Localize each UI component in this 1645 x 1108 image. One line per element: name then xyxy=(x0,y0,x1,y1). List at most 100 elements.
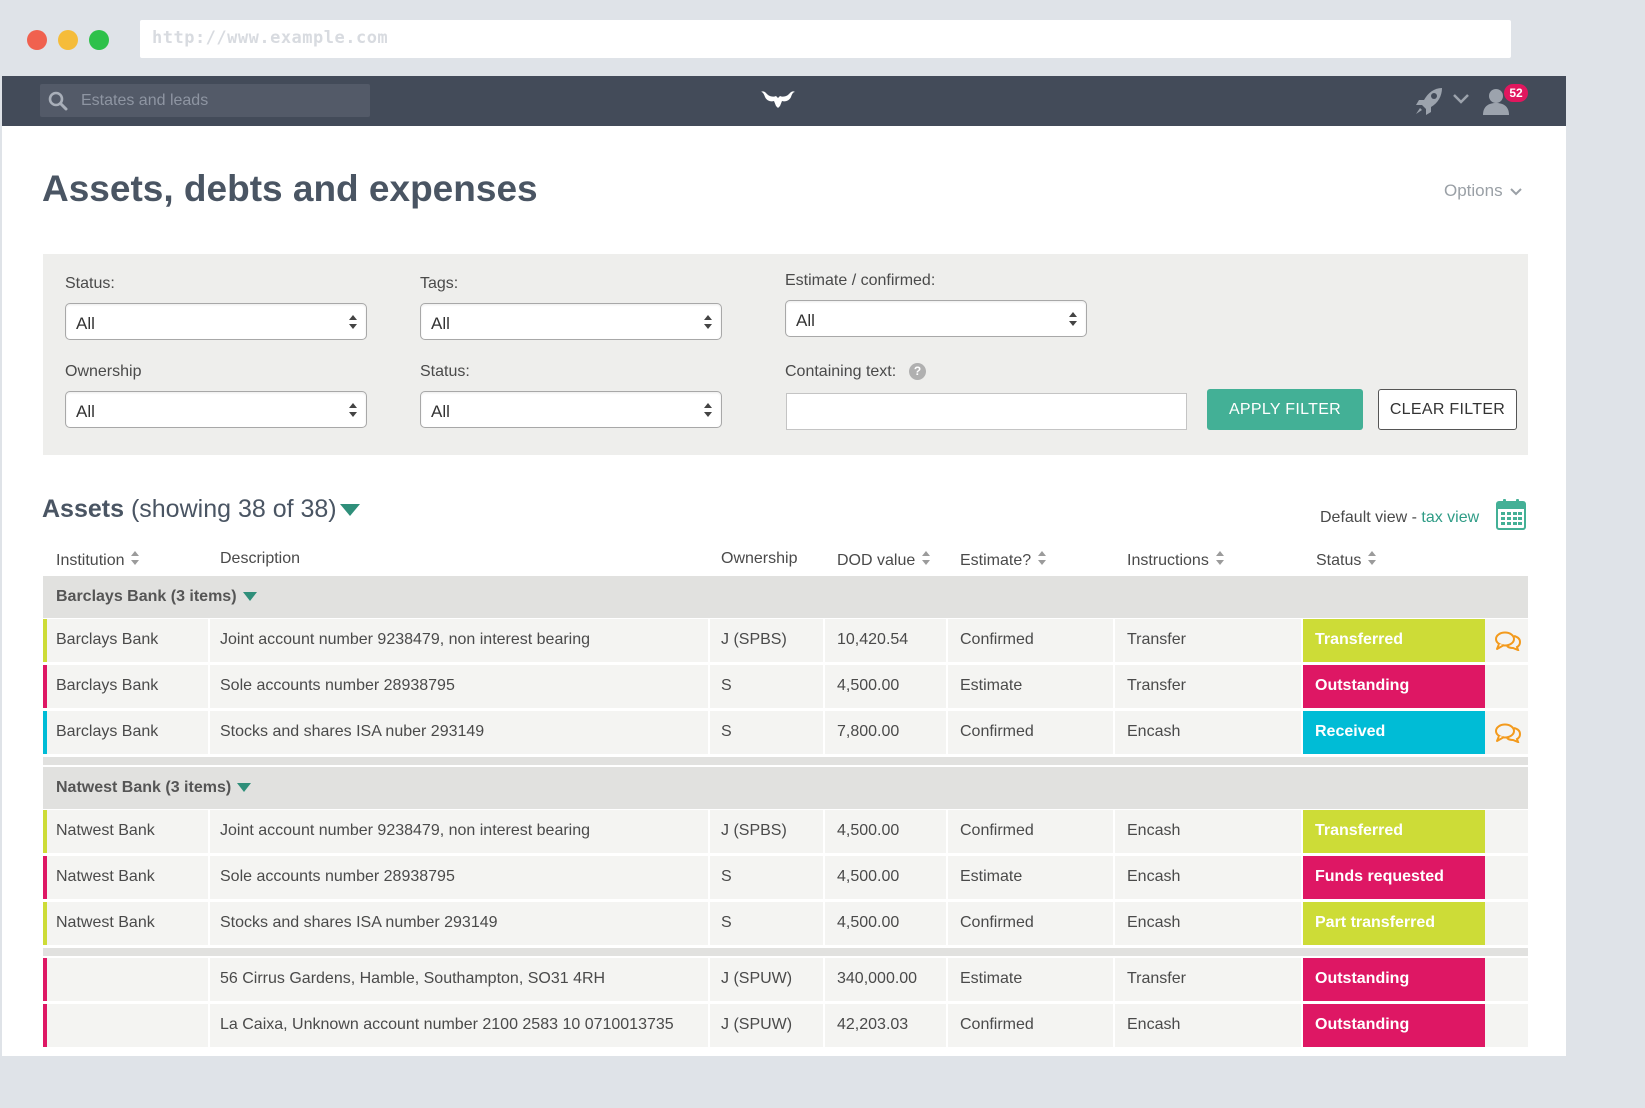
logo-icon[interactable] xyxy=(758,88,798,112)
group-header[interactable]: Barclays Bank (3 items) xyxy=(43,576,1528,618)
table-row[interactable]: Natwest Bank Stocks and shares ISA number… xyxy=(43,902,1528,947)
caret-down-icon[interactable] xyxy=(242,592,257,602)
status-badge[interactable]: Outstanding xyxy=(1303,958,1485,1001)
filter-panel: Status: All Tags: All Estimate / confirm… xyxy=(43,254,1528,455)
group-separator xyxy=(43,757,1528,765)
maximize-window-button[interactable] xyxy=(89,30,109,50)
cell-instructions: Encash xyxy=(1127,1016,1181,1033)
sort-icon[interactable] xyxy=(1367,550,1377,566)
table-row[interactable]: Barclays Bank Joint account number 923847… xyxy=(43,619,1528,664)
status-badge[interactable]: Outstanding xyxy=(1303,1004,1485,1047)
column-header[interactable]: Instructions xyxy=(1127,550,1225,570)
cell-divider xyxy=(946,856,948,901)
column-header[interactable]: Estimate? xyxy=(960,550,1047,570)
status-badge[interactable]: Part transferred xyxy=(1303,902,1485,945)
cell-estimate: Estimate xyxy=(960,677,1023,694)
cell-divider xyxy=(946,902,948,947)
row-border xyxy=(43,662,1528,664)
column-header: Ownership xyxy=(721,550,797,568)
table-row[interactable]: Natwest Bank Joint account number 9238479… xyxy=(43,810,1528,855)
comments-icon[interactable] xyxy=(1495,631,1521,651)
cell-divider xyxy=(823,619,825,664)
cell-value: 4,500.00 xyxy=(837,822,900,839)
notification-badge[interactable]: 52 xyxy=(1504,84,1528,102)
cell-instructions: Encash xyxy=(1127,822,1181,839)
app-window: Estates and leads 52 Assets, debts and e… xyxy=(2,76,1566,1056)
apply-filter-button[interactable]: APPLY FILTER xyxy=(1207,389,1363,430)
status-badge[interactable]: Transferred xyxy=(1303,619,1485,662)
status-badge[interactable]: Funds requested xyxy=(1303,856,1485,899)
help-icon[interactable]: ? xyxy=(909,363,926,380)
address-bar[interactable]: http://www.example.com xyxy=(140,20,1511,58)
sort-icon[interactable] xyxy=(1215,550,1225,566)
assets-title: Assets xyxy=(42,495,124,523)
containing-text-input[interactable] xyxy=(786,393,1187,430)
cell-ownership: S xyxy=(721,723,732,740)
table-row[interactable]: La Caixa, Unknown account number 2100 25… xyxy=(43,1004,1528,1049)
table-row[interactable]: 56 Cirrus Gardens, Hamble, Southampton, … xyxy=(43,958,1528,1003)
calendar-icon[interactable] xyxy=(1496,498,1526,530)
cell-description: La Caixa, Unknown account number 2100 25… xyxy=(220,1016,674,1033)
status-stripe xyxy=(43,958,47,1003)
tags-filter-value: All xyxy=(431,314,450,333)
status2-filter-label: Status: xyxy=(420,363,470,380)
cell-divider xyxy=(823,856,825,901)
cell-divider xyxy=(823,902,825,947)
tax-view-link[interactable]: tax view xyxy=(1421,509,1479,526)
ownership-filter-select[interactable]: All xyxy=(65,391,367,428)
options-dropdown[interactable]: Options xyxy=(1444,181,1523,201)
group-separator xyxy=(43,948,1528,956)
cell-divider xyxy=(1113,619,1115,664)
ownership-filter-value: All xyxy=(76,402,95,421)
status-badge[interactable]: Transferred xyxy=(1303,810,1485,853)
cell-ownership: S xyxy=(721,914,732,931)
column-header-label: Institution xyxy=(56,552,125,569)
close-window-button[interactable] xyxy=(27,30,47,50)
search-input[interactable]: Estates and leads xyxy=(40,84,370,117)
status-badge[interactable]: Outstanding xyxy=(1303,665,1485,708)
containing-text-label: Containing text: xyxy=(785,363,897,380)
sort-icon[interactable] xyxy=(921,550,931,566)
cell-description: Sole accounts number 28938795 xyxy=(220,677,455,694)
tags-filter-select[interactable]: All xyxy=(420,303,722,340)
cell-ownership: S xyxy=(721,677,732,694)
clear-filter-button[interactable]: CLEAR FILTER xyxy=(1378,389,1517,430)
status-filter-select[interactable]: All xyxy=(65,303,367,340)
status-badge[interactable]: Received xyxy=(1303,711,1485,754)
chevron-down-icon[interactable] xyxy=(1452,92,1470,106)
comments-icon[interactable] xyxy=(1495,723,1521,743)
cell-institution: Natwest Bank xyxy=(56,914,155,931)
sort-icon[interactable] xyxy=(1037,550,1047,566)
table-row[interactable]: Barclays Bank Sole accounts number 289387… xyxy=(43,665,1528,710)
view-switcher: Default view - tax view xyxy=(1320,509,1479,527)
table-row[interactable]: Natwest Bank Sole accounts number 2893879… xyxy=(43,856,1528,901)
status-stripe xyxy=(43,856,47,901)
column-header[interactable]: Institution xyxy=(56,550,140,570)
column-header[interactable]: DOD value xyxy=(837,550,931,570)
select-arrows-icon xyxy=(1069,312,1077,326)
minimize-window-button[interactable] xyxy=(58,30,78,50)
cell-instructions: Transfer xyxy=(1127,631,1186,648)
caret-down-icon[interactable] xyxy=(339,503,361,517)
cell-divider xyxy=(823,711,825,756)
status2-filter-select[interactable]: All xyxy=(420,391,722,428)
cell-divider xyxy=(208,665,210,710)
table-row[interactable]: Barclays Bank Stocks and shares ISA nuber… xyxy=(43,711,1528,756)
column-header-label: Estimate? xyxy=(960,552,1032,569)
estimate-filter-select[interactable]: All xyxy=(785,300,1087,337)
row-border xyxy=(43,754,1528,756)
cell-estimate: Confirmed xyxy=(960,723,1034,740)
cell-description: Joint account number 9238479, non intere… xyxy=(220,822,591,839)
caret-down-icon[interactable] xyxy=(237,783,252,793)
ownership-filter-label: Ownership xyxy=(65,363,142,380)
cell-divider xyxy=(823,1004,825,1049)
cell-value: 10,420.54 xyxy=(837,631,909,648)
rocket-icon[interactable] xyxy=(1414,86,1446,116)
cell-divider xyxy=(946,1004,948,1049)
row-border xyxy=(43,1001,1528,1003)
group-header[interactable]: Natwest Bank (3 items) xyxy=(43,767,1528,809)
table-header: Institution Description Ownership DOD value… xyxy=(43,548,1528,576)
cell-institution: Natwest Bank xyxy=(56,822,155,839)
column-header[interactable]: Status xyxy=(1316,550,1377,570)
sort-icon[interactable] xyxy=(130,550,140,566)
